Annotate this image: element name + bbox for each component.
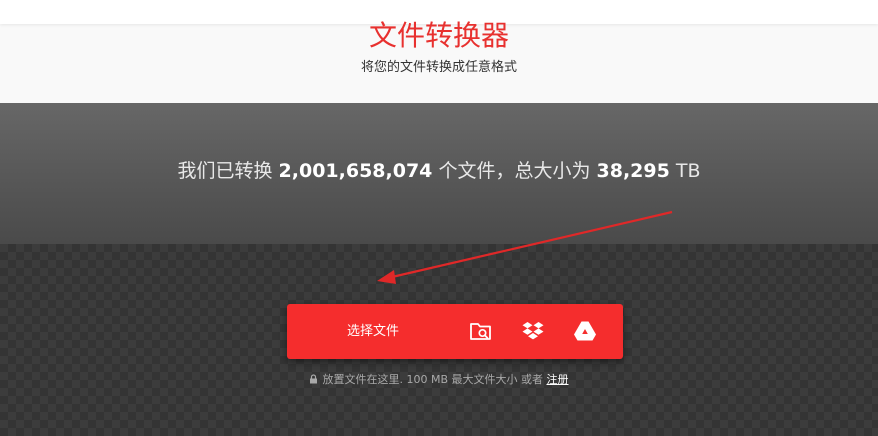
size-unit: TB xyxy=(675,160,701,182)
google-drive-icon[interactable] xyxy=(572,318,598,344)
lock-icon xyxy=(310,374,318,384)
folder-search-icon[interactable] xyxy=(468,318,494,344)
page-title: 文件转换器 xyxy=(368,19,509,52)
file-count: 2,001,658,074 xyxy=(278,160,433,182)
page: 文件转换器 将您的文件转换成任意格式 我们已转换 2,001,658,074 个… xyxy=(0,0,878,436)
stats-line: 我们已转换 2,001,658,074 个文件，总大小为 38,295 TB xyxy=(0,157,878,185)
stats-prefix: 我们已转换 xyxy=(177,160,273,182)
total-size: 38,295 xyxy=(596,160,670,182)
choose-file-button[interactable]: 选择文件 xyxy=(287,304,459,359)
stats-middle: 个文件，总大小为 xyxy=(438,160,591,182)
page-subtitle: 将您的文件转换成任意格式 xyxy=(360,60,517,75)
dropbox-icon[interactable] xyxy=(520,318,546,344)
upload-note-text: 放置文件在这里. 100 MB 最大文件大小 或者 xyxy=(322,373,543,386)
upload-button-group: 选择文件 xyxy=(287,304,623,359)
upload-note: 放置文件在这里. 100 MB 最大文件大小 或者 注册 xyxy=(0,371,878,389)
signup-link[interactable]: 注册 xyxy=(547,373,569,386)
